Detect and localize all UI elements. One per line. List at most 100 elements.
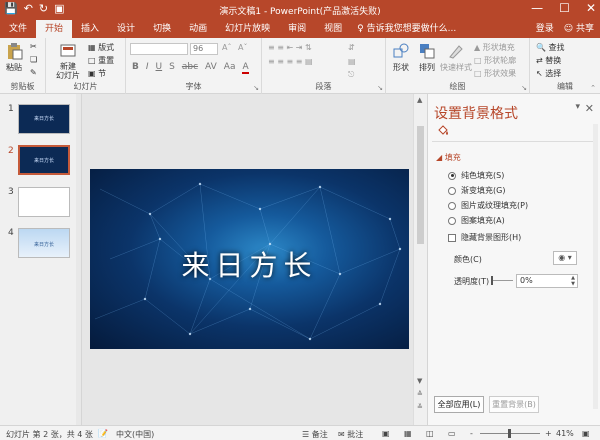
slide-thumbnail-2[interactable]: 来日方长 [18,145,70,175]
transparency-input[interactable]: 0% ▲ ▼ [516,274,578,288]
picture-fill-radio[interactable] [448,201,456,210]
shadow-button[interactable]: S [169,62,175,74]
tab-transitions[interactable]: 切换 [144,20,180,38]
slide-thumbnail-3[interactable] [18,187,70,217]
font-size-box[interactable]: 96 [190,43,218,55]
solid-fill-radio[interactable] [448,171,456,180]
comments-button[interactable]: ✉ 批注 [338,429,363,440]
login-button[interactable]: 登录 [536,20,554,38]
scroll-thumb[interactable] [417,126,424,244]
find-button[interactable]: 🔍 查找 [536,42,565,53]
scroll-down-icon[interactable]: ▼ [417,377,422,385]
zoom-level[interactable]: 41% [556,429,574,438]
fill-section-header[interactable]: ◢ 填充 [436,152,461,163]
smartart-icon[interactable]: ⎋ [348,70,354,80]
normal-view-icon[interactable]: ▣ [382,429,390,438]
shape-fill-button[interactable]: ▲ 形状填充 [474,42,515,53]
fit-slide-icon[interactable]: ▣ [582,429,590,438]
pattern-fill-radio[interactable] [448,216,456,225]
tab-home[interactable]: 开始 [36,20,73,38]
hide-graphics-checkbox[interactable] [448,233,456,242]
thumbnails-scrollbar[interactable] [76,94,81,425]
format-painter-icon[interactable]: ✎ [30,68,37,77]
notes-button[interactable]: ☰ 备注 [302,429,328,440]
font-color-button[interactable]: A [242,62,249,74]
tab-review[interactable]: 审阅 [279,20,315,38]
solid-fill-option[interactable]: 纯色填充(S) [448,170,504,181]
bullets-icon[interactable]: ≡ ≡ ⇤ ⇥ ⇅ [268,43,312,52]
share-button[interactable]: ☺ 共享 [564,20,594,38]
case-button[interactable]: Aa [224,62,236,74]
editor-scrollbar[interactable]: ▲ ▼ ≙ ≚ [413,94,427,425]
strikethrough-button[interactable]: abc [182,62,198,74]
shape-outline-button[interactable]: □ 形状轮廓 [474,55,516,66]
slide-title[interactable]: 来日方长 [90,244,409,284]
select-button[interactable]: ↖ 选择 [536,68,561,79]
zoom-slider-knob[interactable] [508,429,511,438]
pane-options-icon[interactable]: ▾ [575,102,580,112]
paste-button[interactable]: 粘贴 [4,42,24,73]
apply-all-button[interactable]: 全部应用(L) [434,396,484,413]
prev-slide-icon[interactable]: ≙ [417,390,423,398]
scroll-up-icon[interactable]: ▲ [417,96,422,104]
copy-icon[interactable]: ❏ [30,55,37,64]
slideshow-view-icon[interactable]: ▭ [448,429,456,438]
fill-bucket-icon[interactable] [436,124,450,138]
spin-arrows-icon[interactable]: ▲ ▼ [571,275,575,287]
reset-background-button[interactable]: 重置背景(B) [489,396,539,413]
font-name-box[interactable] [130,43,188,55]
tab-animations[interactable]: 动画 [180,20,216,38]
paragraph-launcher-icon[interactable]: ↘ [377,84,383,92]
reset-button[interactable]: □ 重置 [88,55,114,66]
spacing-button[interactable]: AV [205,62,217,74]
section-button[interactable]: ▣ 节 [88,68,106,79]
close-button[interactable]: ✕ [586,1,596,15]
tab-insert[interactable]: 插入 [72,20,108,38]
bold-button[interactable]: B [132,62,139,74]
current-slide[interactable]: 来日方长 [90,169,409,349]
slide-thumbnail-1[interactable]: 来日方长 [18,104,70,134]
sorter-view-icon[interactable]: ▦ [404,429,412,438]
tab-design[interactable]: 设计 [108,20,144,38]
next-slide-icon[interactable]: ≚ [417,403,423,411]
layout-button[interactable]: ▦ 版式 [88,42,114,53]
font-launcher-icon[interactable]: ↘ [253,84,259,92]
transparency-slider-knob[interactable] [491,276,493,285]
language-status[interactable]: 中文(中国) [116,429,154,440]
quick-styles-button[interactable]: 快速样式 [440,42,472,73]
replace-button[interactable]: ⇄ 替换 [536,55,561,66]
minimize-button[interactable]: — [531,1,543,15]
underline-button[interactable]: U [156,62,163,74]
picture-fill-option[interactable]: 图片或纹理填充(P) [448,200,528,211]
maximize-button[interactable]: ☐ [559,1,570,15]
pattern-fill-option[interactable]: 图案填充(A) [448,215,505,226]
cut-icon[interactable]: ✂ [30,42,37,51]
gradient-fill-option[interactable]: 渐变填充(G) [448,185,505,196]
align-text-icon[interactable]: ▤ [348,57,356,66]
zoom-out-button[interactable]: - [470,429,473,438]
tell-me-search[interactable]: ♀ 告诉我您想要做什么... [357,20,456,38]
pane-scrollbar[interactable] [593,124,598,409]
shapes-button[interactable]: 形状 [390,42,412,73]
tab-view[interactable]: 视图 [315,20,351,38]
align-icons[interactable]: ≡ ≡ ≡ ≡ ▤ [268,57,313,66]
slide-thumbnail-4[interactable]: 来日方长 [18,228,70,258]
tab-slideshow[interactable]: 幻灯片放映 [216,20,279,38]
grow-font-icon[interactable]: Aˆ [222,43,231,52]
collapse-ribbon-icon[interactable]: ⌃ [590,84,596,92]
text-direction-icon[interactable]: ⇵ [348,43,355,52]
gradient-fill-radio[interactable] [448,186,456,195]
zoom-in-button[interactable]: + [545,429,552,438]
hide-graphics-option[interactable]: 隐藏背景图形(H) [448,232,521,243]
pane-close-icon[interactable]: ✕ [585,102,594,115]
tab-file[interactable]: 文件 [0,20,36,38]
reading-view-icon[interactable]: ◫ [426,429,434,438]
shape-effects-button[interactable]: □ 形状效果 [474,68,516,79]
color-picker-button[interactable]: ◉ ▾ [553,251,577,265]
italic-button[interactable]: I [146,62,149,74]
arrange-button[interactable]: 排列 [416,42,438,73]
shrink-font-icon[interactable]: Aˇ [238,43,247,52]
drawing-launcher-icon[interactable]: ↘ [521,84,527,92]
transparency-slider[interactable] [491,280,513,281]
new-slide-button[interactable]: 新建 幻灯片 [54,42,82,80]
